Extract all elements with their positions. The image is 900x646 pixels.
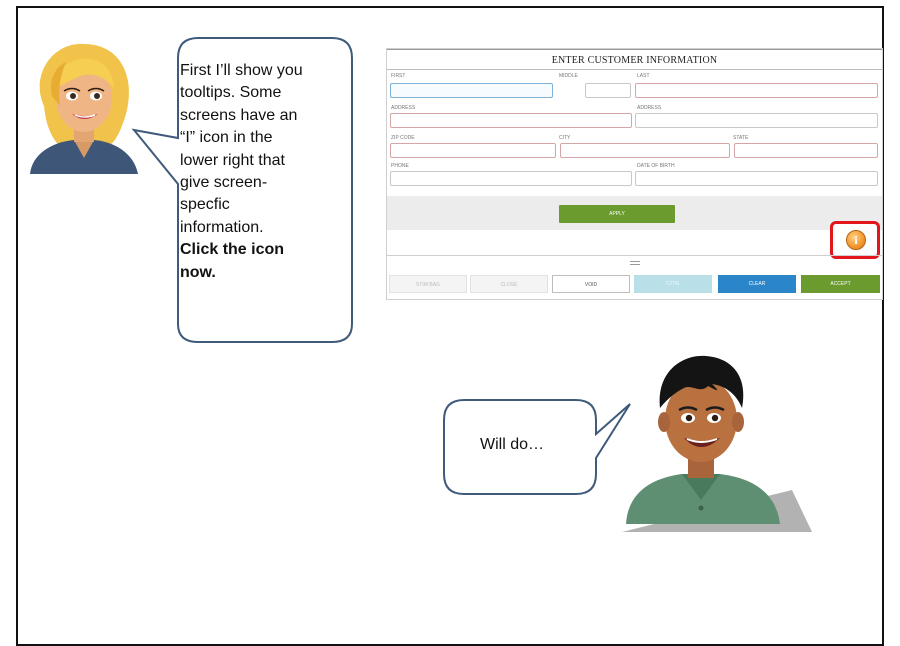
state-input[interactable] (734, 143, 878, 158)
close-button[interactable]: CLOSE (470, 275, 548, 293)
first-name-input[interactable] (390, 83, 553, 98)
title-divider (387, 69, 882, 70)
city-label: CITY (559, 135, 571, 141)
customer-info-screenshot: ENTER CUSTOMER INFORMATION FIRST MIDDLE … (386, 48, 883, 300)
speech-line: lower right that (180, 151, 285, 169)
speech-line: give screen- (180, 174, 268, 192)
middle-name-input[interactable] (585, 83, 631, 98)
first-label: FIRST (391, 73, 406, 79)
instructor-character (30, 43, 138, 174)
last-name-input[interactable] (635, 83, 878, 98)
address2-label: ADDRESS (637, 105, 662, 111)
info-icon-highlight: i (830, 221, 880, 259)
screenshot-title: ENTER CUSTOMER INFORMATION (551, 55, 718, 66)
address1-input[interactable] (390, 113, 632, 128)
phone-input[interactable] (390, 171, 632, 186)
speech-line: information. (180, 218, 264, 236)
zip-label: ZIP CODE (391, 135, 415, 141)
drawer-handle-icon[interactable] (630, 261, 640, 267)
address2-input[interactable] (635, 113, 878, 128)
speech-line: specfic (180, 196, 230, 214)
apply-button[interactable]: APPLY (559, 205, 675, 223)
accept-button[interactable]: ACCEPT (801, 275, 880, 293)
address1-label: ADDRESS (391, 105, 416, 111)
student-character (622, 355, 812, 532)
zip-code-input[interactable] (390, 143, 556, 158)
speech-line: “I” icon in the (180, 129, 273, 147)
info-icon[interactable]: i (846, 230, 866, 250)
screenshot-top-border (387, 49, 882, 50)
speech-line: tooltips. Some (180, 84, 282, 102)
speech-line-bold: Click the icon (180, 241, 285, 259)
footer-divider (387, 255, 882, 256)
phone-label: PHONE (391, 163, 409, 169)
speech-line: First I’ll show you (180, 62, 303, 79)
city-input[interactable] (560, 143, 730, 158)
state-label: STATE (733, 135, 749, 141)
last-label: LAST (637, 73, 650, 79)
stim-bag-button[interactable]: STIM BAG (389, 275, 467, 293)
instructor-speech-text: First I’ll show you tooltips. Some scree… (180, 60, 350, 284)
dob-label: DATE OF BIRTH (637, 163, 675, 169)
tutorial-slide: First I’ll show you tooltips. Some scree… (16, 6, 884, 646)
void-button[interactable]: VOID (552, 275, 630, 293)
clear-button[interactable]: CLEAR (718, 275, 796, 293)
speech-line: screens have an (180, 106, 298, 124)
speech-line-bold: now. (180, 263, 216, 281)
date-of-birth-input[interactable] (635, 171, 878, 186)
middle-label: MIDDLE (559, 73, 578, 79)
student-speech-text: Will do… (480, 436, 545, 453)
total-button[interactable]: TOTAL (634, 275, 712, 293)
